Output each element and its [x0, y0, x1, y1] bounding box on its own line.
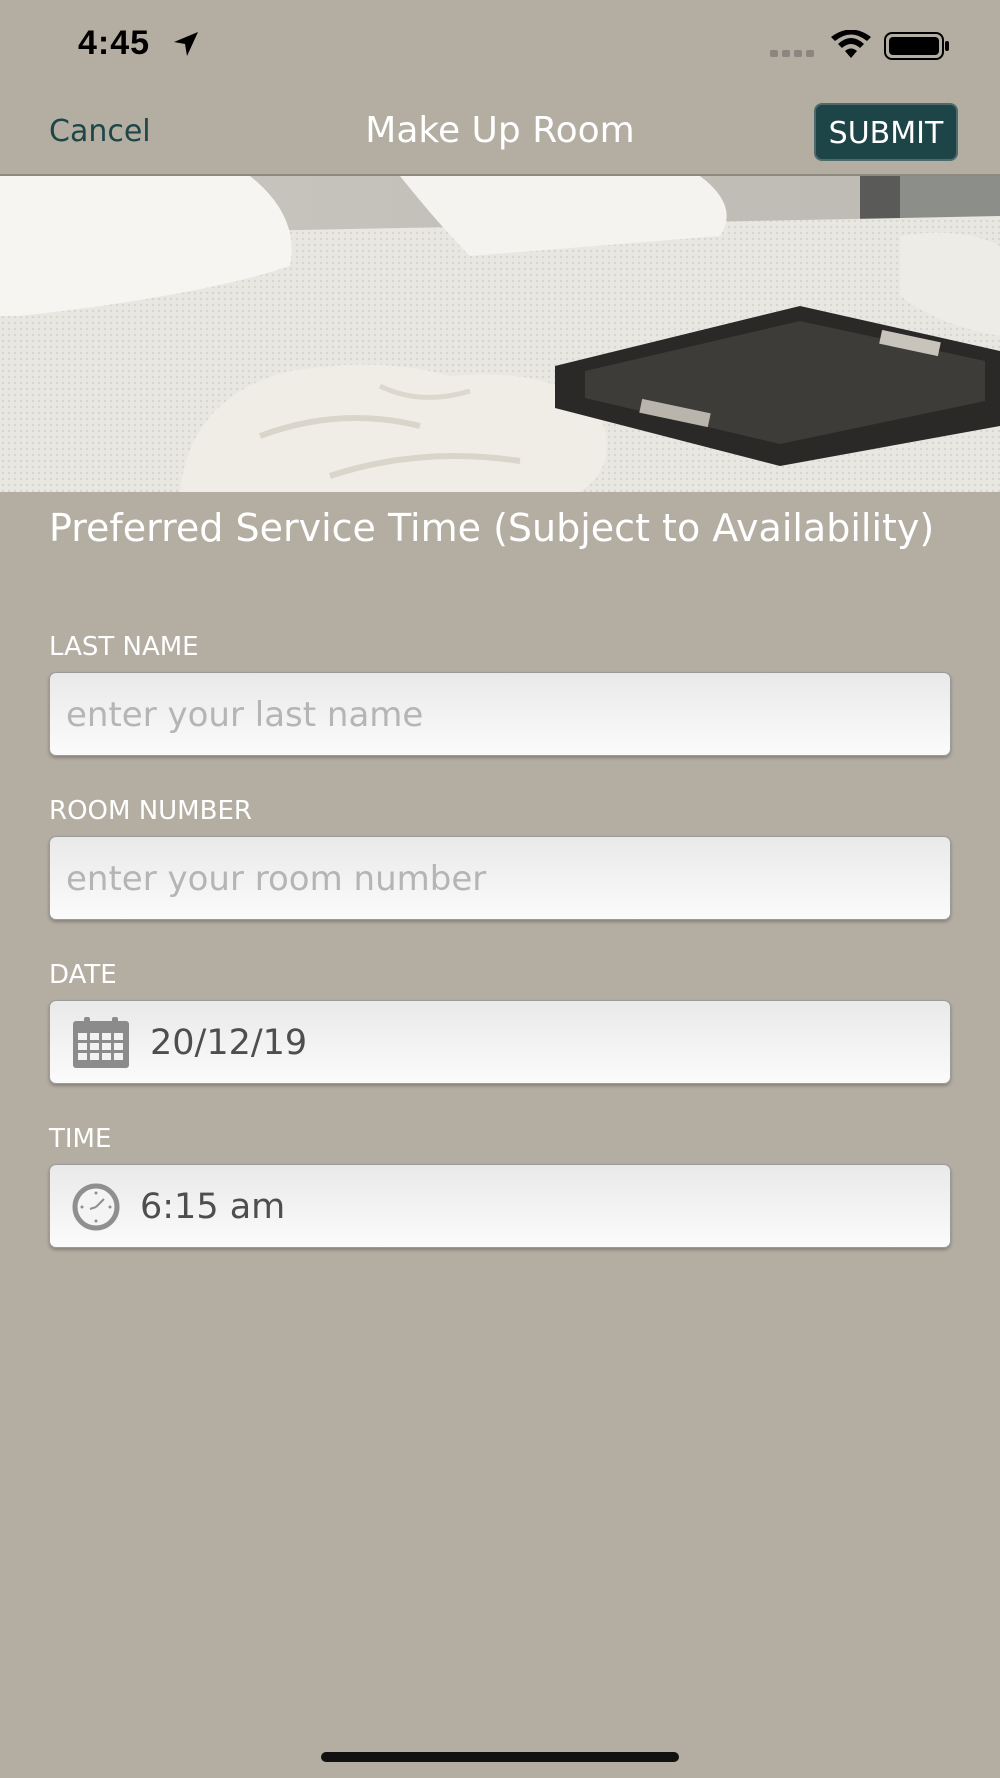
last-name-label: LAST NAME	[49, 632, 199, 662]
wifi-icon	[831, 30, 871, 58]
battery-icon	[884, 32, 949, 60]
hero-image	[0, 176, 1000, 492]
section-title: Preferred Service Time (Subject to Avail…	[49, 506, 935, 550]
time-value: 6:15 am	[140, 1187, 286, 1227]
home-indicator	[321, 1752, 679, 1762]
status-time: 4:45	[78, 24, 151, 62]
room-number-field[interactable]: enter your room number	[49, 836, 951, 920]
calendar-icon	[73, 1017, 129, 1068]
clock-icon	[72, 1183, 120, 1231]
last-name-placeholder: enter your last name	[66, 695, 424, 735]
date-label: DATE	[49, 960, 117, 990]
time-label: TIME	[49, 1124, 112, 1154]
time-field[interactable]: 6:15 am	[49, 1164, 951, 1248]
nav-bar: Cancel Make Up Room SUBMIT	[0, 88, 1000, 176]
cellular-signal-icon	[770, 50, 814, 57]
hotel-room-photo	[0, 176, 1000, 492]
date-value: 20/12/19	[150, 1023, 308, 1063]
status-bar: 4:45	[0, 0, 1000, 88]
date-field[interactable]: 20/12/19	[49, 1000, 951, 1084]
room-number-placeholder: enter your room number	[66, 859, 487, 899]
location-arrow-icon	[174, 32, 198, 56]
room-number-label: ROOM NUMBER	[49, 796, 252, 826]
submit-button[interactable]: SUBMIT	[814, 103, 958, 161]
last-name-field[interactable]: enter your last name	[49, 672, 951, 756]
